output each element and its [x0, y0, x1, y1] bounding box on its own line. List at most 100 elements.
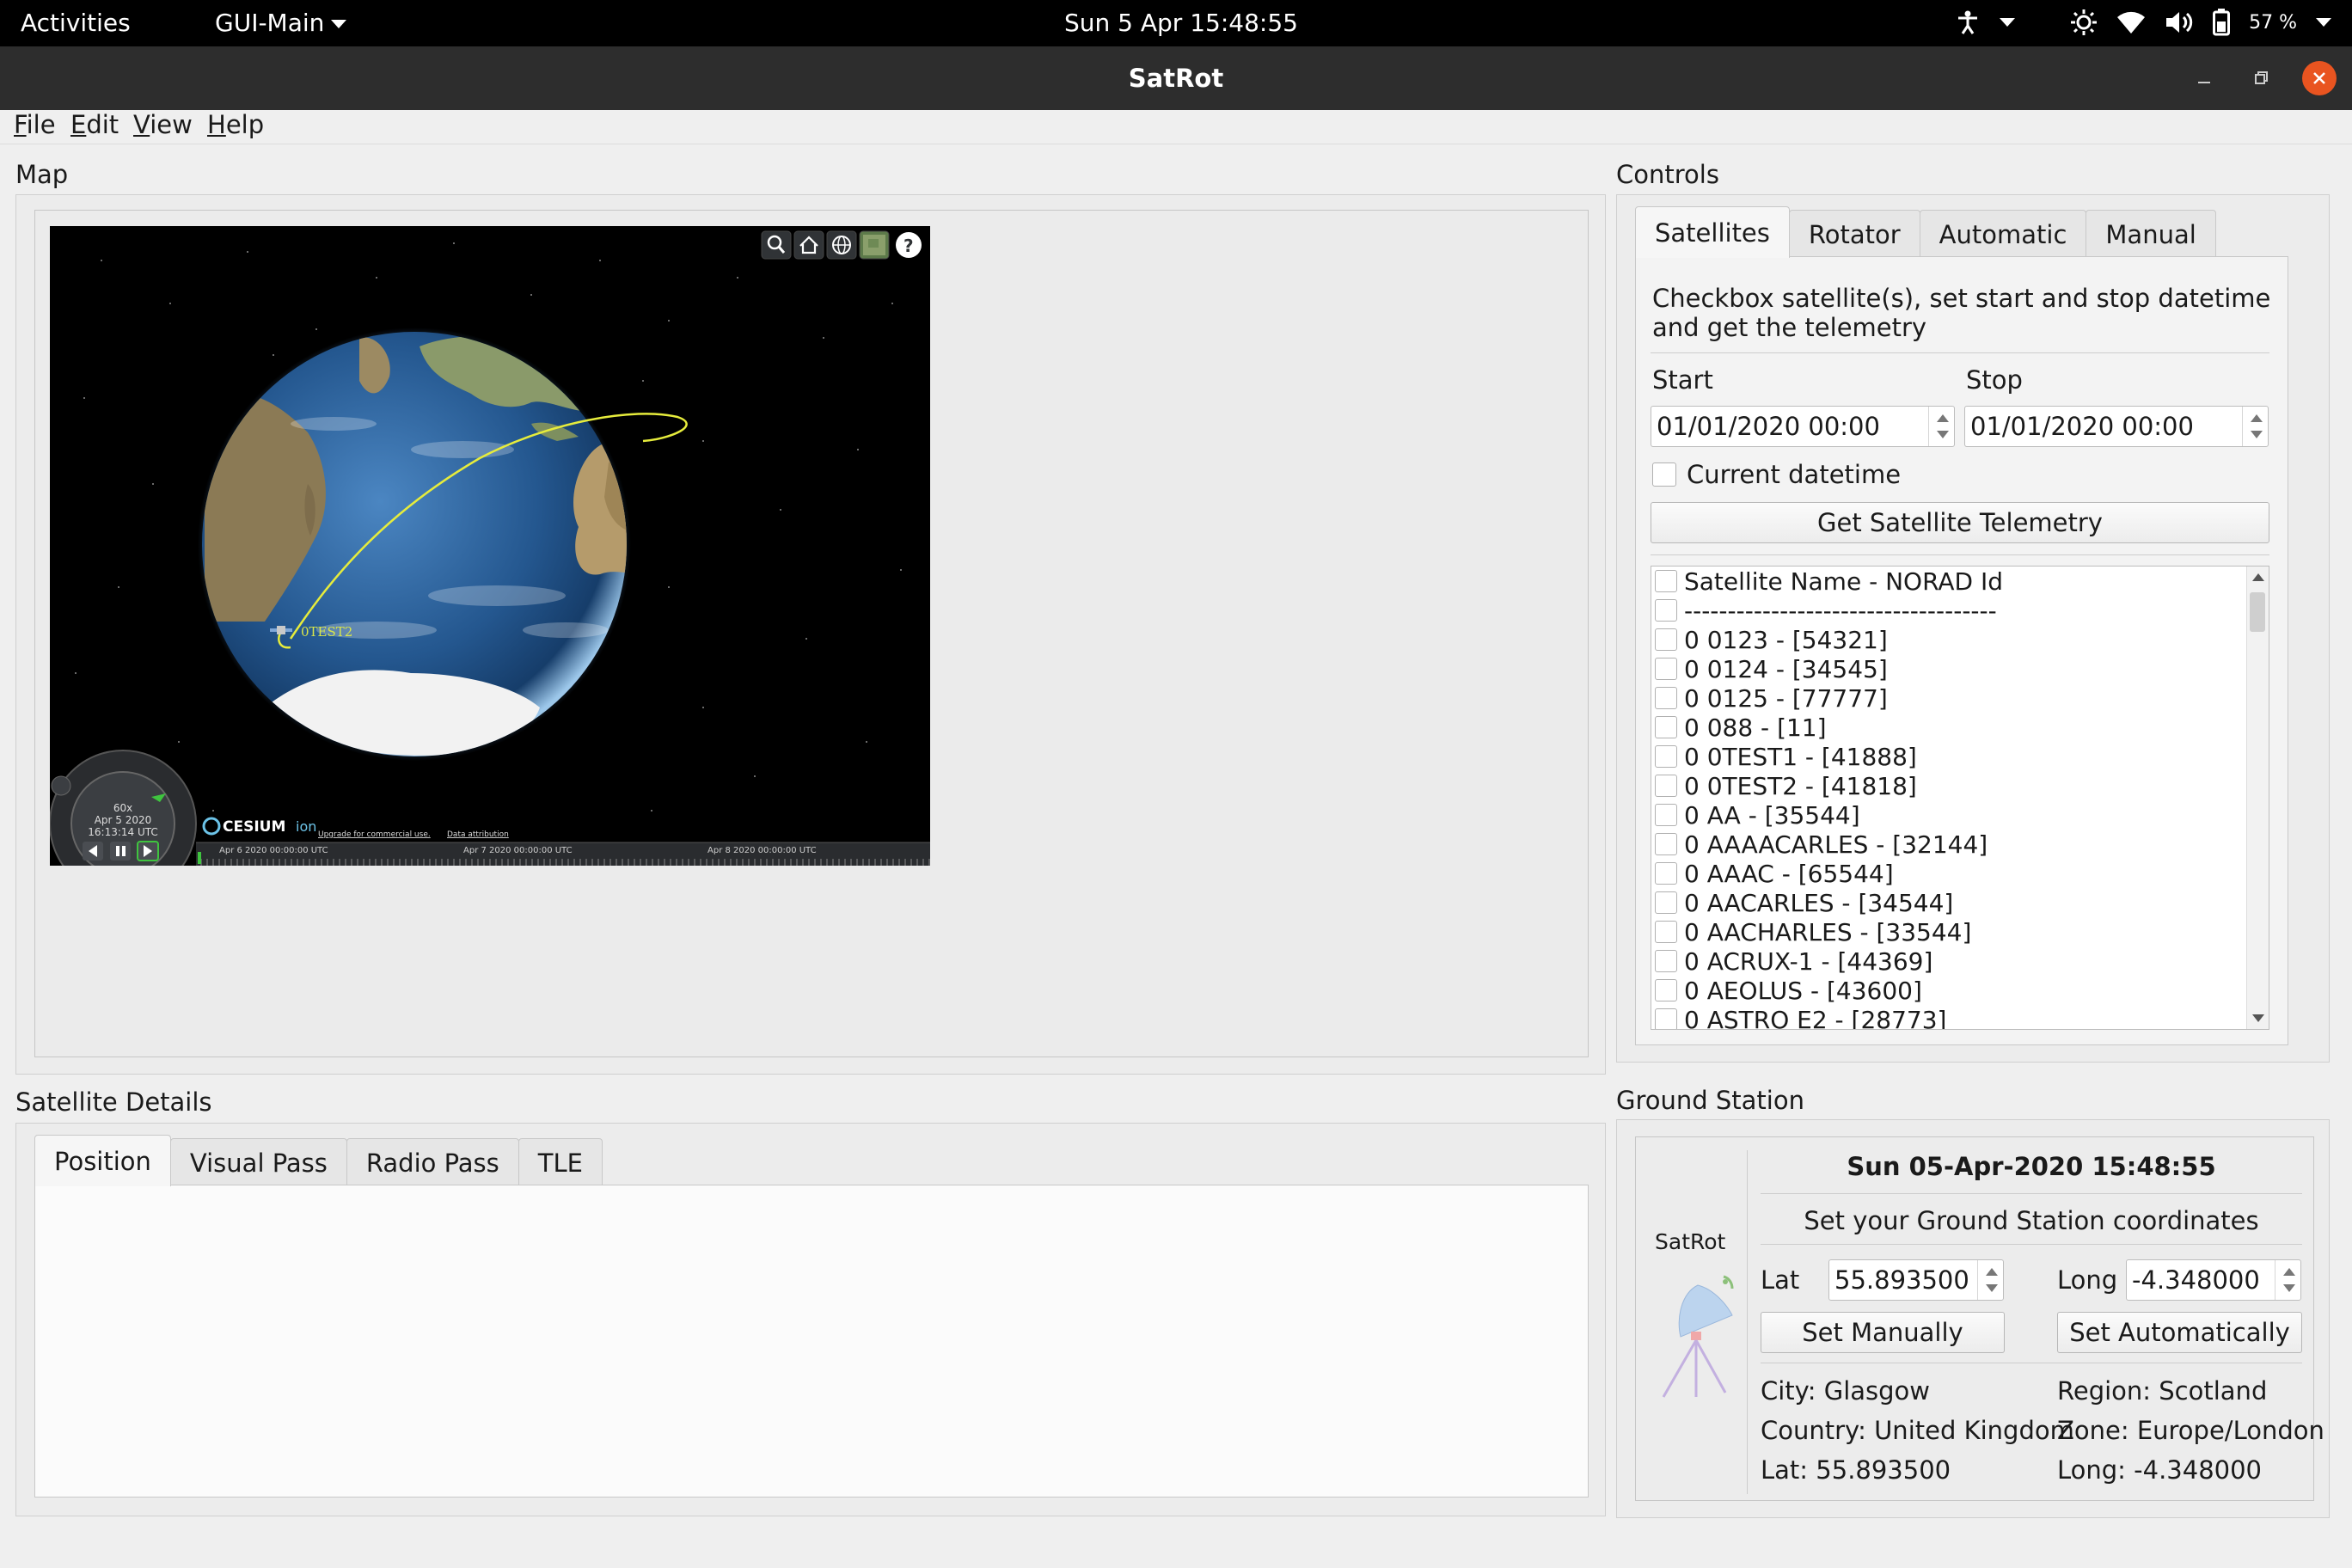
- tab-manual[interactable]: Manual: [2086, 210, 2216, 258]
- system-clock[interactable]: Sun 5 Apr 15:48:55: [1064, 9, 1298, 37]
- long-stepper[interactable]: [2275, 1260, 2300, 1300]
- current-datetime-checkbox[interactable]: [1652, 462, 1676, 487]
- cesium-logo[interactable]: CESIUM ion: [202, 817, 316, 836]
- satellite-checkbox[interactable]: [1655, 979, 1677, 1001]
- app-menu[interactable]: GUI-Main: [215, 9, 347, 37]
- satellite-checkbox[interactable]: [1655, 950, 1677, 972]
- city-info: City: Glasgow: [1761, 1376, 1930, 1406]
- satellite-checkbox[interactable]: [1655, 891, 1677, 914]
- satellite-checkbox[interactable]: [1655, 628, 1677, 651]
- set-manually-button[interactable]: Set Manually: [1761, 1312, 2005, 1353]
- arrow-down-icon[interactable]: [1986, 1284, 1998, 1292]
- search-icon[interactable]: [761, 230, 792, 260]
- tab-automatic[interactable]: Automatic: [1919, 210, 2087, 258]
- satellite-list-item-label: 0 ACRUX-1 - [44369]: [1684, 947, 1933, 976]
- home-icon[interactable]: [793, 230, 824, 260]
- cesium-brand-suffix: ion: [296, 818, 316, 835]
- close-button[interactable]: [2302, 61, 2337, 95]
- maximize-button[interactable]: [2244, 61, 2278, 95]
- minimize-button[interactable]: [2187, 61, 2221, 95]
- arrow-up-icon[interactable]: [2251, 414, 2263, 422]
- globe-icon[interactable]: [826, 230, 857, 260]
- timeline-needle[interactable]: [198, 852, 201, 864]
- menu-edit[interactable]: Edit: [70, 110, 119, 139]
- satellite-checkbox[interactable]: [1655, 745, 1677, 768]
- lat-info: Lat: 55.893500: [1761, 1455, 1951, 1485]
- wifi-icon: [2116, 10, 2146, 34]
- tab-visual-pass[interactable]: Visual Pass: [169, 1138, 347, 1186]
- system-tray[interactable]: 57 %: [1955, 9, 2331, 36]
- arrow-up-icon[interactable]: [1937, 414, 1949, 422]
- arrow-up-icon[interactable]: [2252, 573, 2264, 581]
- long-input-value: -4.348000: [2132, 1265, 2260, 1295]
- arrow-down-icon[interactable]: [2251, 431, 2263, 438]
- long-input[interactable]: -4.348000: [2126, 1259, 2301, 1301]
- start-datetime-value: 01/01/2020 00:00: [1657, 412, 1880, 441]
- satellite-list[interactable]: Satellite Name - NORAD Id ---------------…: [1651, 566, 2269, 1030]
- menu-edit-mnemonic: E: [70, 110, 87, 139]
- long-info: Long: -4.348000: [2057, 1455, 2263, 1485]
- activities-button[interactable]: Activities: [21, 9, 131, 37]
- stop-datetime-value: 01/01/2020 00:00: [1970, 412, 2194, 441]
- pause-button[interactable]: [110, 842, 131, 861]
- upgrade-link[interactable]: Upgrade for commercial use.: [318, 830, 431, 839]
- satellite-checkbox[interactable]: [1655, 862, 1677, 885]
- satellite-checkbox[interactable]: [1655, 1008, 1677, 1029]
- satellite-checkbox[interactable]: [1655, 833, 1677, 855]
- menu-view[interactable]: View: [133, 110, 193, 139]
- menu-file[interactable]: File: [14, 110, 56, 139]
- lat-stepper[interactable]: [1977, 1260, 2003, 1300]
- accessibility-icon[interactable]: [1955, 9, 1981, 35]
- help-icon[interactable]: ?: [896, 232, 922, 258]
- imagery-icon[interactable]: [859, 230, 890, 260]
- start-datetime-input[interactable]: 01/01/2020 00:00: [1651, 406, 1955, 447]
- scrollbar-thumb[interactable]: [2250, 592, 2265, 632]
- satellite-checkbox[interactable]: [1655, 921, 1677, 943]
- arrow-down-icon[interactable]: [1937, 431, 1949, 438]
- timeline[interactable]: Apr 6 2020 00:00:00 UTC Apr 7 2020 00:00…: [196, 842, 930, 866]
- chevron-down-icon[interactable]: [2000, 18, 2016, 27]
- tab-radio-pass[interactable]: Radio Pass: [346, 1138, 519, 1186]
- controls-tabbar: Satellites Rotator Automatic Manual: [1635, 206, 2216, 258]
- satellite-checkbox[interactable]: [1655, 804, 1677, 826]
- arrow-down-icon[interactable]: [2252, 1014, 2264, 1022]
- arrow-up-icon[interactable]: [2283, 1268, 2295, 1276]
- start-datetime-stepper[interactable]: [1928, 407, 1954, 446]
- cesium-globe-viewer[interactable]: 0TEST2 ? 60x Apr 5 2020 16:13:14 UTC CES…: [50, 226, 930, 866]
- clock-time: 16:13:14 UTC: [88, 826, 158, 838]
- satellite-checkbox[interactable]: [1655, 658, 1677, 680]
- battery-percentage: 57 %: [2249, 11, 2297, 34]
- ground-station-datetime: Sun 05-Apr-2020 15:48:55: [1847, 1152, 2216, 1181]
- satellite-checkbox[interactable]: [1655, 687, 1677, 709]
- lat-input[interactable]: 55.893500: [1828, 1259, 2004, 1301]
- arrow-up-icon[interactable]: [1986, 1268, 1998, 1276]
- window-title-bar[interactable]: SatRot: [0, 46, 2352, 110]
- satellite-list-scrollbar[interactable]: [2246, 567, 2269, 1029]
- satellite-checkbox[interactable]: [1655, 570, 1677, 592]
- satellite-list-item-label: 0 0TEST2 - [41818]: [1684, 772, 1917, 800]
- satrot-logo-text: SatRot: [1655, 1229, 1726, 1254]
- tab-rotator[interactable]: Rotator: [1788, 210, 1920, 258]
- stop-datetime-stepper[interactable]: [2242, 407, 2268, 446]
- satellite-checkbox[interactable]: [1655, 775, 1677, 797]
- menu-help-mnemonic: H: [207, 110, 226, 139]
- tab-tle[interactable]: TLE: [518, 1138, 603, 1186]
- menu-view-label: iew: [150, 110, 193, 139]
- tab-position[interactable]: Position: [34, 1135, 171, 1186]
- satellite-checkbox[interactable]: [1655, 599, 1677, 622]
- get-satellite-telemetry-button[interactable]: Get Satellite Telemetry: [1651, 502, 2269, 543]
- window-title: SatRot: [1128, 64, 1224, 93]
- chevron-down-icon[interactable]: [2316, 18, 2331, 27]
- satellite-checkbox[interactable]: [1655, 716, 1677, 738]
- play-forward-button[interactable]: [137, 841, 159, 861]
- set-coordinates-label: Set your Ground Station coordinates: [1804, 1206, 2259, 1235]
- arrow-down-icon[interactable]: [2283, 1284, 2295, 1292]
- play-reverse-button[interactable]: [83, 842, 103, 861]
- stop-datetime-input[interactable]: 01/01/2020 00:00: [1964, 406, 2269, 447]
- chevron-down-icon: [331, 20, 347, 28]
- data-attribution-link[interactable]: Data attribution: [447, 830, 509, 839]
- tab-satellites[interactable]: Satellites: [1635, 206, 1790, 258]
- animation-widget[interactable]: 60x Apr 5 2020 16:13:14 UTC: [50, 750, 197, 866]
- set-automatically-button[interactable]: Set Automatically: [2057, 1312, 2302, 1353]
- menu-help[interactable]: Help: [207, 110, 264, 139]
